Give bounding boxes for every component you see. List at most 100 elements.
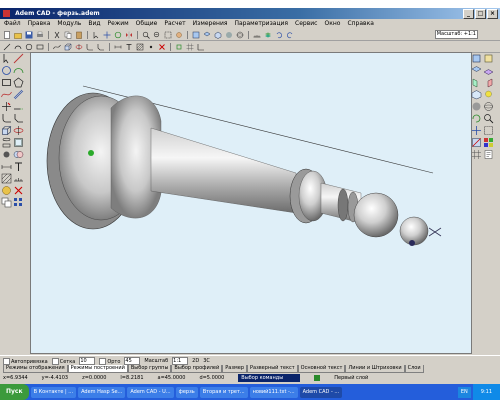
zoom-in-icon[interactable] xyxy=(141,30,151,40)
tool-offset-icon[interactable] xyxy=(13,89,24,100)
tool-extrude-icon[interactable] xyxy=(1,125,12,136)
tool-boolean-icon[interactable] xyxy=(13,149,24,160)
pan-icon[interactable] xyxy=(471,125,482,136)
tab-lines-hatch[interactable]: Линии и Штриховки xyxy=(345,365,405,373)
tool-revolve-icon[interactable] xyxy=(13,125,24,136)
hatch-icon[interactable] xyxy=(135,42,145,52)
minimize-button[interactable]: _ xyxy=(463,9,474,19)
rotate-view-icon[interactable] xyxy=(471,113,482,124)
point-icon[interactable] xyxy=(146,42,156,52)
view-iso-icon[interactable] xyxy=(213,30,223,40)
ortho-checkbox[interactable] xyxy=(99,357,107,365)
snap-icon[interactable] xyxy=(174,42,184,52)
view-front-icon[interactable] xyxy=(471,53,482,64)
menu-mode[interactable]: Режим xyxy=(108,19,129,28)
tool-line-icon[interactable] xyxy=(13,53,24,64)
tool-dim-icon[interactable] xyxy=(1,161,12,172)
tool-hole-icon[interactable] xyxy=(1,149,12,160)
wireframe-icon[interactable] xyxy=(235,30,245,40)
selection-point[interactable] xyxy=(88,150,94,156)
layers-icon[interactable] xyxy=(263,30,273,40)
move-icon[interactable] xyxy=(102,30,112,40)
rectangle-icon[interactable] xyxy=(35,42,45,52)
zoom-icon[interactable] xyxy=(483,113,494,124)
tool-spline-icon[interactable] xyxy=(1,89,12,100)
paste-icon[interactable] xyxy=(74,30,84,40)
menu-common[interactable]: Общие xyxy=(136,19,158,28)
taskbar-item[interactable]: В Контакте | ... xyxy=(30,386,77,398)
delete-icon[interactable] xyxy=(157,42,167,52)
view-left-icon[interactable] xyxy=(471,77,482,88)
tool-hatch-icon[interactable] xyxy=(1,173,12,184)
arc-icon[interactable] xyxy=(13,42,23,52)
light-icon[interactable] xyxy=(483,89,494,100)
ortho-value-field[interactable]: 45 xyxy=(124,357,141,365)
ortho-icon[interactable] xyxy=(196,42,206,52)
view-top-icon[interactable] xyxy=(471,65,482,76)
language-indicator[interactable]: EN xyxy=(457,386,471,398)
autosnap-toggle[interactable]: Автопривязка xyxy=(3,357,48,365)
extrude-icon[interactable] xyxy=(63,42,73,52)
taskbar-item[interactable]: Adem Hasp Se... xyxy=(78,386,126,398)
taskbar-item[interactable]: Вторая и трет... xyxy=(199,386,248,398)
mode-3c-button[interactable]: 3С xyxy=(203,358,210,364)
menu-file[interactable]: Файл xyxy=(4,19,21,28)
shade-icon[interactable] xyxy=(224,30,234,40)
tab-main-text[interactable]: Основной текст xyxy=(297,365,346,373)
new-file-icon[interactable] xyxy=(2,30,12,40)
autosnap-checkbox[interactable] xyxy=(3,357,10,365)
tool-rect-icon[interactable] xyxy=(1,77,12,88)
menu-view[interactable]: Вид xyxy=(88,19,100,28)
taskbar-item-active[interactable]: Adem CAD - ... xyxy=(299,386,343,398)
measure-icon[interactable] xyxy=(252,30,262,40)
pan-icon[interactable] xyxy=(174,30,184,40)
tab-group-select[interactable]: Выбор группы xyxy=(127,365,172,373)
tool-polygon-icon[interactable] xyxy=(13,77,24,88)
tool-shell-icon[interactable] xyxy=(13,137,24,148)
grid-toggle[interactable]: Сетка xyxy=(51,357,75,365)
tool-trim-icon[interactable] xyxy=(1,101,12,112)
view-right-icon[interactable] xyxy=(483,77,494,88)
tool-chamfer-icon[interactable] xyxy=(13,113,24,124)
undo-icon[interactable] xyxy=(274,30,284,40)
start-button[interactable]: Пуск xyxy=(0,384,29,400)
tool-copy-icon[interactable] xyxy=(1,197,12,208)
view-iso-icon[interactable] xyxy=(471,89,482,100)
taskbar-item[interactable]: ферзь xyxy=(175,386,198,398)
color-icon[interactable] xyxy=(483,137,494,148)
tab-display-modes[interactable]: Режимы отображения xyxy=(3,365,68,373)
redo-icon[interactable] xyxy=(285,30,295,40)
current-layer[interactable]: Первый слой xyxy=(334,374,368,382)
tool-select-icon[interactable] xyxy=(1,53,12,64)
close-button[interactable]: × xyxy=(487,9,498,19)
tool-extend-icon[interactable] xyxy=(13,101,24,112)
menu-calc[interactable]: Расчет xyxy=(164,19,185,28)
menu-module[interactable]: Модуль xyxy=(57,19,81,28)
circle-icon[interactable] xyxy=(24,42,34,52)
zoom-fit-icon[interactable] xyxy=(163,30,173,40)
grid-icon[interactable] xyxy=(185,42,195,52)
taskbar-item[interactable]: новий111.txt -... xyxy=(249,386,298,398)
grid-checkbox[interactable] xyxy=(51,357,59,365)
ortho-toggle[interactable]: Орто xyxy=(99,357,120,365)
view-front-icon[interactable] xyxy=(191,30,201,40)
copy-icon[interactable] xyxy=(63,30,73,40)
menu-window[interactable]: Окно xyxy=(324,19,340,28)
tool-text-icon[interactable] xyxy=(13,161,24,172)
open-folder-icon[interactable] xyxy=(13,30,23,40)
scale-value-field[interactable]: 1:1 xyxy=(172,357,189,365)
tool-loft-icon[interactable] xyxy=(1,137,12,148)
save-icon[interactable] xyxy=(24,30,34,40)
tool-array-icon[interactable] xyxy=(13,197,24,208)
grid-icon[interactable] xyxy=(471,149,482,160)
tab-expanded-text[interactable]: Разверный текст xyxy=(247,365,298,373)
chamfer-icon[interactable] xyxy=(96,42,106,52)
tab-dimension[interactable]: Размер xyxy=(222,365,247,373)
section-icon[interactable] xyxy=(471,137,482,148)
grid-value-field[interactable]: 10 xyxy=(79,357,96,365)
properties-icon[interactable] xyxy=(483,149,494,160)
tool-fillet-icon[interactable] xyxy=(1,113,12,124)
view-top-icon[interactable] xyxy=(202,30,212,40)
select-icon[interactable] xyxy=(91,30,101,40)
menu-service[interactable]: Сервис xyxy=(295,19,317,28)
